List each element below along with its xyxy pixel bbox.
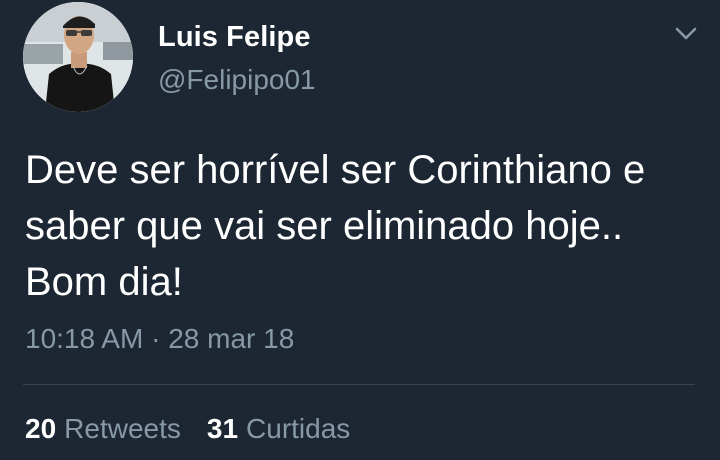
retweets-stat[interactable]: 20 Retweets bbox=[25, 413, 181, 445]
author-name[interactable]: Luis Felipe bbox=[158, 21, 311, 54]
chevron-down-icon[interactable] bbox=[672, 22, 700, 46]
retweets-count: 20 bbox=[25, 413, 57, 444]
avatar-photo bbox=[23, 2, 133, 112]
divider bbox=[23, 384, 695, 385]
tweet-stats: 20 Retweets 31 Curtidas bbox=[25, 413, 376, 445]
likes-count: 31 bbox=[206, 413, 239, 444]
likes-label: Curtidas bbox=[246, 413, 351, 444]
tweet-timestamp[interactable]: 10:18 AM · 28 mar 18 bbox=[25, 323, 294, 355]
meta-separator: · bbox=[151, 323, 161, 354]
tweet-text: Deve ser horrível ser Corinthiano e sabe… bbox=[25, 148, 646, 304]
author-handle[interactable]: @Felipipo01 bbox=[158, 64, 316, 96]
tweet-date: 28 mar 18 bbox=[168, 323, 295, 354]
likes-stat[interactable]: 31 Curtidas bbox=[207, 413, 350, 445]
tweet-time: 10:18 AM bbox=[25, 323, 144, 354]
retweets-label: Retweets bbox=[64, 413, 181, 444]
avatar[interactable] bbox=[23, 2, 133, 112]
tweet-detail: Luis Felipe @Felipipo01 Deve ser horríve… bbox=[0, 0, 720, 460]
